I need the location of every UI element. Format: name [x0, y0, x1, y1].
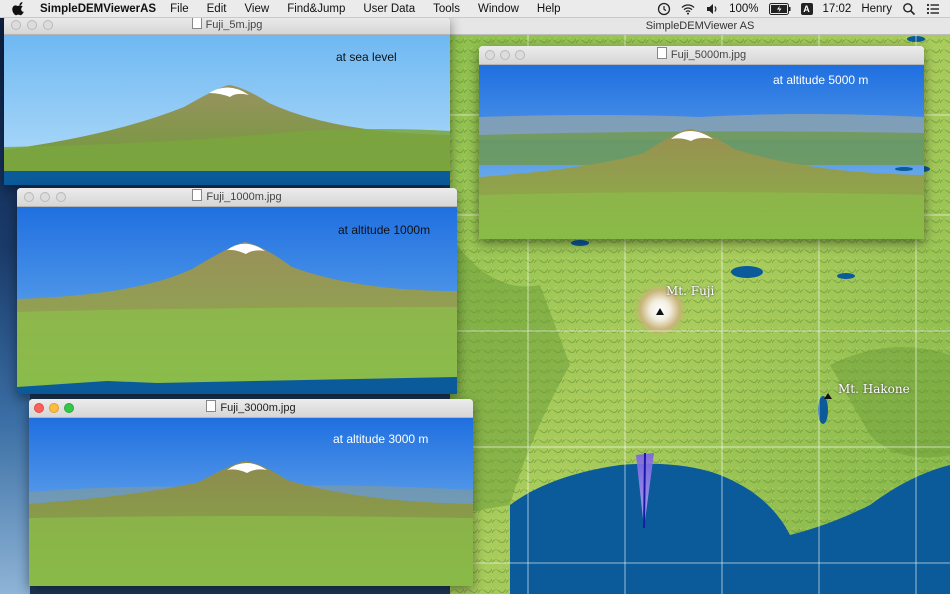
document-icon	[192, 189, 203, 201]
image-view[interactable]: at altitude 5000 m	[479, 65, 924, 239]
document-icon	[656, 47, 667, 59]
zoom-button[interactable]	[515, 50, 525, 60]
minimize-button[interactable]	[500, 50, 510, 60]
menu-window[interactable]: Window	[478, 3, 519, 15]
caption-label: at altitude 1000m	[338, 223, 431, 237]
minimize-button[interactable]	[40, 192, 50, 202]
time-machine-icon[interactable]	[657, 2, 671, 16]
close-button[interactable]	[24, 192, 34, 202]
document-icon	[191, 17, 202, 29]
close-button[interactable]	[34, 403, 44, 413]
caption-label: at sea level	[336, 50, 397, 64]
minimize-button[interactable]	[49, 403, 59, 413]
menu-view[interactable]: View	[244, 3, 269, 15]
window-titlebar[interactable]: Fuji_5m.jpg	[4, 16, 450, 35]
volume-icon[interactable]	[705, 2, 719, 16]
close-button[interactable]	[485, 50, 495, 60]
map-label-mt-hakone: Mt. Hakone	[838, 382, 910, 396]
menu-app-name[interactable]: SimpleDEMViewerAS	[40, 3, 156, 15]
apple-menu-icon[interactable]	[12, 1, 26, 16]
menu-edit[interactable]: Edit	[207, 3, 227, 15]
menu-user-data[interactable]: User Data	[363, 3, 415, 15]
spotlight-search-icon[interactable]	[902, 2, 916, 16]
notification-center-icon[interactable]	[926, 2, 940, 16]
image-window-sea-level[interactable]: Fuji_5m.jpg at sea level	[4, 16, 450, 185]
menu-find-jump[interactable]: Find&Jump	[287, 3, 345, 15]
zoom-button[interactable]	[56, 192, 66, 202]
window-titlebar[interactable]: Fuji_5000m.jpg	[479, 46, 924, 65]
menu-bar: SimpleDEMViewerAS File Edit View Find&Ju…	[0, 0, 950, 18]
image-window-3000m[interactable]: Fuji_3000m.jpg at altitude 3000 m	[29, 399, 473, 586]
window-title: Fuji_3000m.jpg	[220, 402, 296, 414]
window-titlebar[interactable]: Fuji_3000m.jpg	[29, 399, 473, 418]
caption-label: at altitude 5000 m	[773, 73, 869, 87]
user-name[interactable]: Henry	[861, 3, 892, 15]
window-title: Fuji_5000m.jpg	[670, 49, 747, 61]
minimize-button[interactable]	[27, 20, 37, 30]
status-area: 100% A 17:02 Henry	[657, 2, 950, 16]
zoom-button[interactable]	[64, 403, 74, 413]
main-window-title: SimpleDEMViewer AS	[450, 18, 950, 35]
document-icon	[206, 400, 217, 412]
image-window-5000m[interactable]: Fuji_5000m.jpg at altitude 5000 m	[479, 46, 924, 239]
wifi-icon[interactable]	[681, 2, 695, 16]
input-source-indicator[interactable]: A	[800, 2, 813, 15]
clock[interactable]: 17:02	[823, 3, 852, 15]
caption-label: at altitude 3000 m	[333, 432, 429, 446]
window-title: Fuji_5m.jpg	[205, 19, 263, 31]
image-window-1000m[interactable]: Fuji_1000m.jpg at altitude 1000m	[17, 188, 457, 394]
image-view[interactable]: at altitude 3000 m	[29, 418, 473, 586]
menu-help[interactable]: Help	[537, 3, 561, 15]
menu-tools[interactable]: Tools	[433, 3, 460, 15]
image-view[interactable]: at sea level	[4, 35, 450, 185]
window-titlebar[interactable]: Fuji_1000m.jpg	[17, 188, 457, 207]
window-title: Fuji_1000m.jpg	[206, 191, 282, 203]
fuji-render-image	[479, 65, 924, 239]
menu-file[interactable]: File	[170, 3, 189, 15]
map-label-mt-fuji: Mt. Fuji	[666, 284, 715, 298]
image-view[interactable]: at altitude 1000m	[17, 207, 457, 394]
battery-icon[interactable]	[768, 2, 791, 15]
battery-percent: 100%	[729, 2, 759, 15]
close-button[interactable]	[11, 20, 21, 30]
zoom-button[interactable]	[43, 20, 53, 30]
